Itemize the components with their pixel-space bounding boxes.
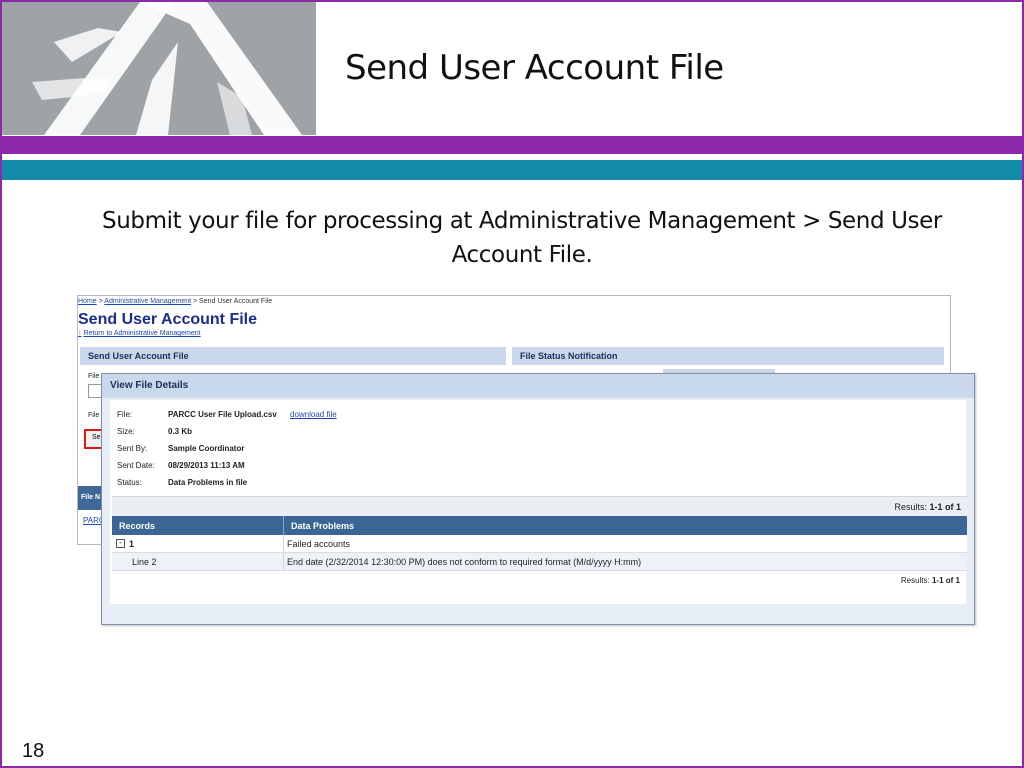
logo-a-icon bbox=[2, 2, 316, 135]
problem-text: Failed accounts bbox=[287, 539, 351, 549]
dialog-title: View File Details bbox=[102, 374, 974, 398]
sent-date-value: 08/29/2013 11:13 AM bbox=[168, 461, 245, 470]
breadcrumb-home[interactable]: Home bbox=[78, 298, 97, 305]
size-label: Size: bbox=[117, 427, 135, 436]
column-header-records[interactable]: Records bbox=[112, 516, 283, 535]
slide-subtitle: Submit your file for processing at Admin… bbox=[102, 208, 942, 268]
file-name-value: PARCC User File Upload.csv bbox=[168, 410, 277, 419]
purple-stripe bbox=[2, 136, 1022, 154]
view-file-details-dialog: View File Details File: PARCC User File … bbox=[101, 373, 975, 625]
status-notification-panel-header: File Status Notification bbox=[512, 347, 944, 365]
breadcrumb-separator: > bbox=[98, 298, 103, 305]
record-number: 1 bbox=[129, 539, 135, 549]
file-label: File bbox=[88, 373, 100, 380]
sent-by-value: Sample Coordinator bbox=[168, 444, 245, 453]
return-link[interactable]: ↑ Return to Administrative Management bbox=[78, 330, 201, 337]
sent-date-label: Sent Date: bbox=[117, 461, 155, 470]
column-divider bbox=[283, 535, 284, 571]
teal-stripe bbox=[2, 160, 1022, 180]
results-count-bottom: Results: 1-1 of 1 bbox=[900, 576, 960, 585]
breadcrumb-admin[interactable]: Administrative Management bbox=[104, 298, 191, 305]
return-link-label: Return to Administrative Management bbox=[83, 330, 201, 337]
page-title: Send User Account File bbox=[78, 311, 257, 328]
dialog-body: File: PARCC User File Upload.csv downloa… bbox=[110, 400, 967, 604]
breadcrumb-current: > Send User Account File bbox=[193, 298, 273, 305]
brand-logo bbox=[2, 2, 316, 135]
table-row: - 1 Failed accounts bbox=[112, 535, 967, 553]
status-label: Status: bbox=[117, 478, 142, 487]
table-row: Line 2 End date (2/32/2014 12:30:00 PM) … bbox=[112, 553, 967, 571]
column-header-data-problems[interactable]: Data Problems bbox=[283, 516, 967, 535]
up-arrow-icon: ↑ bbox=[78, 330, 82, 337]
sent-by-label: Sent By: bbox=[117, 444, 148, 453]
collapse-toggle-icon[interactable]: - bbox=[116, 539, 125, 548]
download-file-link[interactable]: download file bbox=[290, 410, 337, 419]
file-label: File: bbox=[117, 410, 133, 419]
results-bar-top: Results: 1-1 of 1 bbox=[112, 496, 967, 516]
send-file-panel-header: Send User Account File bbox=[80, 347, 506, 365]
record-line: Line 2 bbox=[132, 557, 157, 567]
slide-title: Send User Account File bbox=[345, 48, 724, 88]
status-value: Data Problems in file bbox=[168, 478, 248, 487]
results-count-top: Results: 1-1 of 1 bbox=[894, 502, 961, 512]
size-value: 0.3 Kb bbox=[168, 427, 193, 436]
file-type-label: File bbox=[88, 412, 100, 419]
slide-number: 18 bbox=[22, 740, 45, 762]
problem-text: End date (2/32/2014 12:30:00 PM) does no… bbox=[287, 557, 642, 567]
breadcrumb: Home > Administrative Management > Send … bbox=[78, 298, 272, 305]
